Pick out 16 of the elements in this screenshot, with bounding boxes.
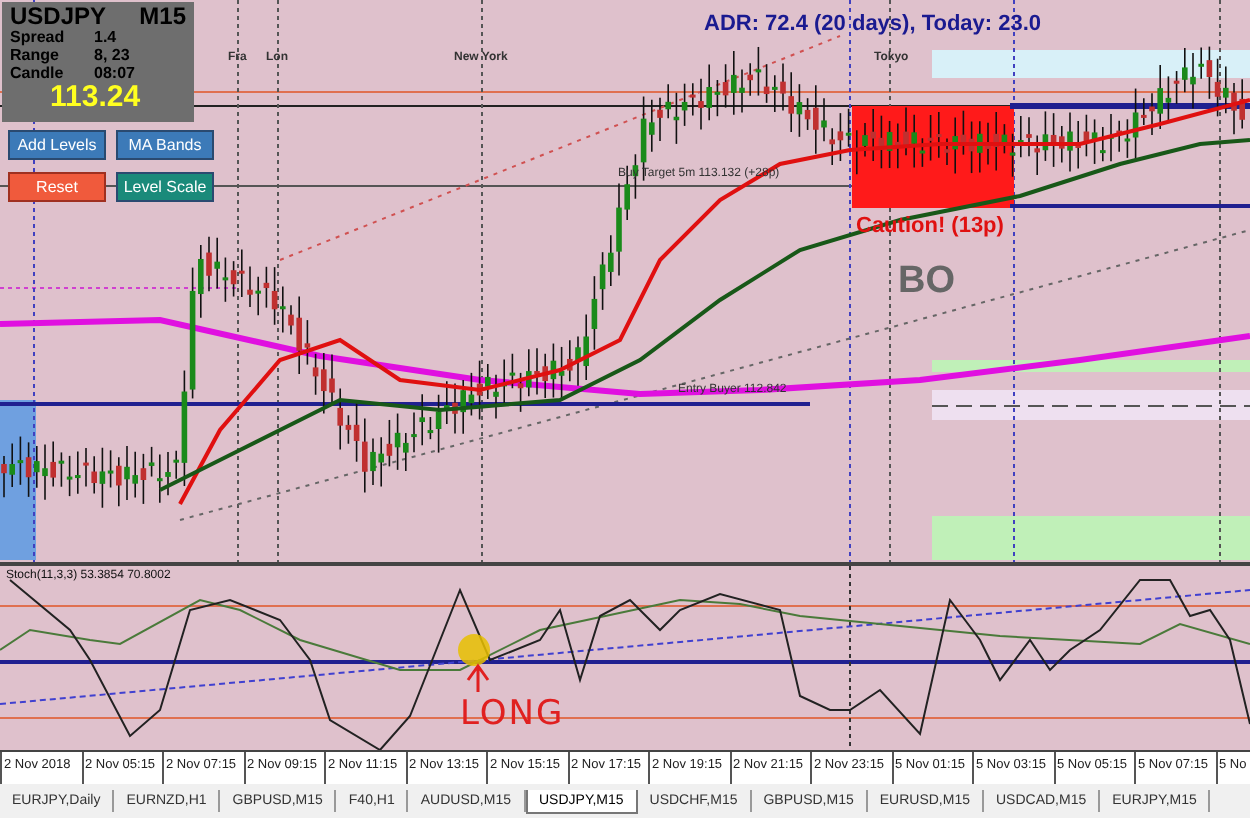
info-value: 8, 23 bbox=[94, 46, 130, 64]
tool-button[interactable]: Level Scale bbox=[116, 172, 214, 202]
arrow-drawing bbox=[466, 662, 490, 693]
zone-label: BO bbox=[898, 260, 955, 304]
info-value: 1.4 bbox=[94, 28, 117, 46]
adr-label: ADR: 72.4 (20 days), Today: 23.0 bbox=[704, 12, 1042, 36]
info-value: 08:07 bbox=[94, 64, 135, 82]
timeframe-label: M15 bbox=[139, 4, 186, 28]
info-label: Spread bbox=[10, 28, 67, 46]
info-label: Range bbox=[10, 46, 61, 64]
tool-button[interactable]: MA Bands bbox=[116, 130, 214, 160]
highlight-dot bbox=[458, 633, 490, 666]
price-label: 113.24 bbox=[48, 82, 143, 114]
symbol-label: USDJPY bbox=[10, 4, 107, 28]
info-label: Candle bbox=[10, 64, 66, 82]
tool-button[interactable]: Add Levels bbox=[8, 130, 106, 160]
